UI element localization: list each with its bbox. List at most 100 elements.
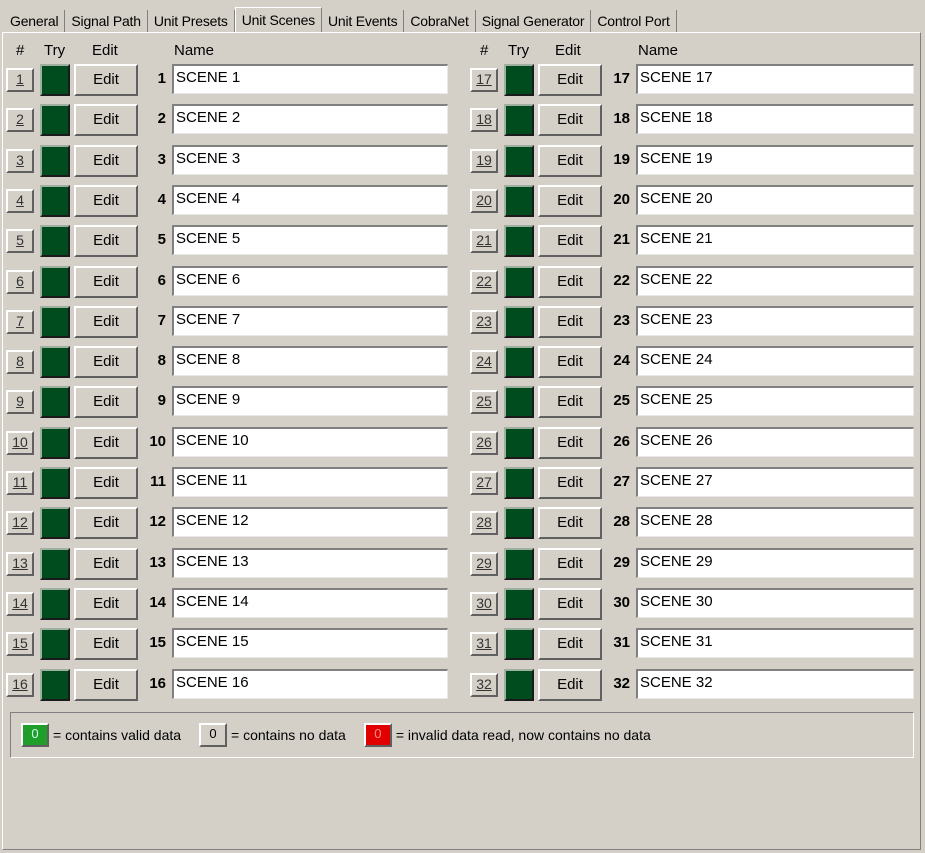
scene-number-button[interactable]: 3 xyxy=(6,149,34,173)
try-scene-button[interactable] xyxy=(40,306,70,338)
try-scene-button[interactable] xyxy=(40,64,70,96)
scene-number-button[interactable]: 7 xyxy=(6,310,34,334)
try-scene-button[interactable] xyxy=(40,628,70,660)
edit-scene-button[interactable]: Edit xyxy=(538,306,602,338)
scene-name-field[interactable]: SCENE 13 xyxy=(172,548,448,578)
scene-number-button[interactable]: 28 xyxy=(470,511,498,535)
scene-name-field[interactable]: SCENE 9 xyxy=(172,386,448,416)
scene-number-button[interactable]: 24 xyxy=(470,350,498,374)
tab-unit-scenes[interactable]: Unit Scenes xyxy=(234,7,322,33)
try-scene-button[interactable] xyxy=(504,669,534,701)
scene-number-button[interactable]: 2 xyxy=(6,108,34,132)
scene-number-button[interactable]: 17 xyxy=(470,68,498,92)
scene-number-button[interactable]: 23 xyxy=(470,310,498,334)
edit-scene-button[interactable]: Edit xyxy=(74,669,138,701)
try-scene-button[interactable] xyxy=(504,507,534,539)
edit-scene-button[interactable]: Edit xyxy=(538,386,602,418)
edit-scene-button[interactable]: Edit xyxy=(74,467,138,499)
edit-scene-button[interactable]: Edit xyxy=(74,346,138,378)
scene-name-field[interactable]: SCENE 31 xyxy=(636,628,914,658)
scene-name-field[interactable]: SCENE 26 xyxy=(636,427,914,457)
edit-scene-button[interactable]: Edit xyxy=(74,386,138,418)
scene-number-button[interactable]: 27 xyxy=(470,471,498,495)
edit-scene-button[interactable]: Edit xyxy=(74,548,138,580)
scene-name-field[interactable]: SCENE 7 xyxy=(172,306,448,336)
try-scene-button[interactable] xyxy=(504,104,534,136)
scene-name-field[interactable]: SCENE 28 xyxy=(636,507,914,537)
try-scene-button[interactable] xyxy=(40,588,70,620)
try-scene-button[interactable] xyxy=(40,467,70,499)
try-scene-button[interactable] xyxy=(504,185,534,217)
scene-number-button[interactable]: 12 xyxy=(6,511,34,535)
tab-signal-path[interactable]: Signal Path xyxy=(65,10,148,32)
scene-name-field[interactable]: SCENE 12 xyxy=(172,507,448,537)
edit-scene-button[interactable]: Edit xyxy=(538,225,602,257)
edit-scene-button[interactable]: Edit xyxy=(538,427,602,459)
try-scene-button[interactable] xyxy=(40,427,70,459)
scene-name-field[interactable]: SCENE 22 xyxy=(636,266,914,296)
scene-number-button[interactable]: 30 xyxy=(470,592,498,616)
try-scene-button[interactable] xyxy=(40,548,70,580)
try-scene-button[interactable] xyxy=(504,628,534,660)
scene-number-button[interactable]: 1 xyxy=(6,68,34,92)
scene-name-field[interactable]: SCENE 29 xyxy=(636,548,914,578)
scene-name-field[interactable]: SCENE 30 xyxy=(636,588,914,618)
edit-scene-button[interactable]: Edit xyxy=(74,64,138,96)
scene-name-field[interactable]: SCENE 4 xyxy=(172,185,448,215)
edit-scene-button[interactable]: Edit xyxy=(74,427,138,459)
try-scene-button[interactable] xyxy=(504,306,534,338)
scene-name-field[interactable]: SCENE 18 xyxy=(636,104,914,134)
tab-unit-presets[interactable]: Unit Presets xyxy=(148,10,235,32)
edit-scene-button[interactable]: Edit xyxy=(538,467,602,499)
scene-number-button[interactable]: 5 xyxy=(6,229,34,253)
scene-number-button[interactable]: 4 xyxy=(6,189,34,213)
edit-scene-button[interactable]: Edit xyxy=(74,306,138,338)
try-scene-button[interactable] xyxy=(504,266,534,298)
scene-number-button[interactable]: 16 xyxy=(6,673,34,697)
scene-name-field[interactable]: SCENE 24 xyxy=(636,346,914,376)
scene-number-button[interactable]: 15 xyxy=(6,632,34,656)
try-scene-button[interactable] xyxy=(504,64,534,96)
scene-number-button[interactable]: 10 xyxy=(6,431,34,455)
try-scene-button[interactable] xyxy=(40,185,70,217)
edit-scene-button[interactable]: Edit xyxy=(538,548,602,580)
edit-scene-button[interactable]: Edit xyxy=(538,507,602,539)
scene-name-field[interactable]: SCENE 6 xyxy=(172,266,448,296)
scene-name-field[interactable]: SCENE 23 xyxy=(636,306,914,336)
try-scene-button[interactable] xyxy=(40,145,70,177)
scene-number-button[interactable]: 26 xyxy=(470,431,498,455)
tab-general[interactable]: General xyxy=(4,10,66,32)
scene-name-field[interactable]: SCENE 21 xyxy=(636,225,914,255)
scene-number-button[interactable]: 9 xyxy=(6,390,34,414)
edit-scene-button[interactable]: Edit xyxy=(538,628,602,660)
edit-scene-button[interactable]: Edit xyxy=(538,669,602,701)
scene-name-field[interactable]: SCENE 2 xyxy=(172,104,448,134)
edit-scene-button[interactable]: Edit xyxy=(74,266,138,298)
try-scene-button[interactable] xyxy=(504,346,534,378)
scene-name-field[interactable]: SCENE 14 xyxy=(172,588,448,618)
scene-name-field[interactable]: SCENE 19 xyxy=(636,145,914,175)
scene-name-field[interactable]: SCENE 5 xyxy=(172,225,448,255)
edit-scene-button[interactable]: Edit xyxy=(74,104,138,136)
edit-scene-button[interactable]: Edit xyxy=(74,225,138,257)
scene-name-field[interactable]: SCENE 27 xyxy=(636,467,914,497)
try-scene-button[interactable] xyxy=(504,386,534,418)
try-scene-button[interactable] xyxy=(504,427,534,459)
scene-name-field[interactable]: SCENE 15 xyxy=(172,628,448,658)
scene-name-field[interactable]: SCENE 16 xyxy=(172,669,448,699)
try-scene-button[interactable] xyxy=(40,346,70,378)
scene-name-field[interactable]: SCENE 10 xyxy=(172,427,448,457)
tab-control-port[interactable]: Control Port xyxy=(591,10,677,32)
scene-number-button[interactable]: 19 xyxy=(470,149,498,173)
scene-number-button[interactable]: 25 xyxy=(470,390,498,414)
try-scene-button[interactable] xyxy=(40,225,70,257)
try-scene-button[interactable] xyxy=(40,386,70,418)
try-scene-button[interactable] xyxy=(504,225,534,257)
scene-number-button[interactable]: 11 xyxy=(6,471,34,495)
edit-scene-button[interactable]: Edit xyxy=(538,104,602,136)
scene-number-button[interactable]: 31 xyxy=(470,632,498,656)
tab-unit-events[interactable]: Unit Events xyxy=(322,10,405,32)
scene-number-button[interactable]: 32 xyxy=(470,673,498,697)
try-scene-button[interactable] xyxy=(504,548,534,580)
edit-scene-button[interactable]: Edit xyxy=(74,185,138,217)
